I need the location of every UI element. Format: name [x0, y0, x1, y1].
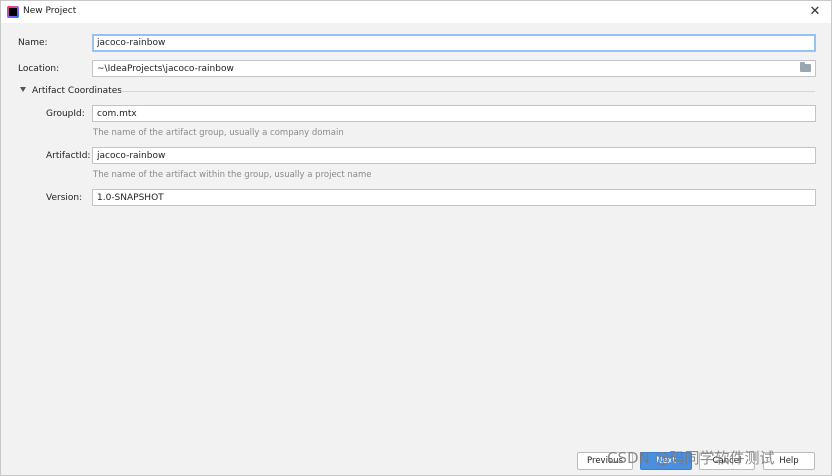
version-label: Version:	[46, 193, 83, 203]
artifactid-label: ArtifactId:	[46, 151, 91, 161]
groupid-label: GroupId:	[46, 109, 85, 119]
name-input[interactable]	[92, 34, 816, 52]
csdn-watermark: CSDN @码同学软件测试	[607, 449, 775, 467]
folder-browse-icon[interactable]	[800, 62, 811, 72]
section-divider	[121, 91, 815, 92]
version-input[interactable]	[92, 189, 816, 206]
artifactid-input[interactable]	[92, 147, 816, 164]
intellij-app-icon	[7, 6, 19, 18]
collapse-triangle-icon[interactable]	[20, 87, 26, 92]
new-project-dialog: New Project ✕ Name: Location: Artifact C…	[0, 0, 832, 476]
location-label: Location:	[18, 64, 60, 74]
artifactid-hint: The name of the artifact within the grou…	[93, 170, 372, 180]
title-bar: New Project ✕	[1, 1, 831, 23]
close-icon[interactable]: ✕	[807, 4, 823, 20]
groupid-input[interactable]	[92, 105, 816, 122]
name-label: Name:	[18, 38, 48, 48]
artifact-coordinates-heading[interactable]: Artifact Coordinates	[32, 86, 122, 96]
location-input[interactable]	[92, 60, 816, 77]
groupid-hint: The name of the artifact group, usually …	[93, 128, 344, 138]
window-title: New Project	[23, 6, 77, 16]
